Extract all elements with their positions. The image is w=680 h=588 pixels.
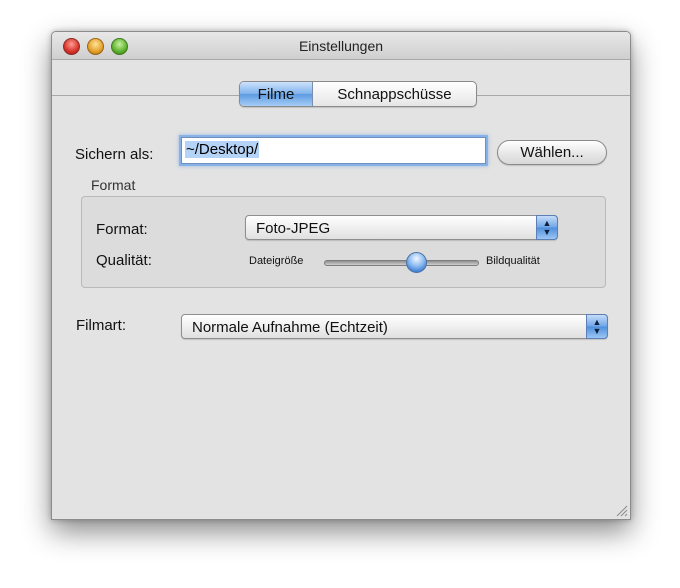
choose-button[interactable]: Wählen... xyxy=(497,140,607,165)
tab-control: Filme Schnappschüsse xyxy=(239,81,477,107)
quality-slider-track[interactable] xyxy=(324,260,479,266)
format-popup[interactable]: Foto-JPEG ▲ ▼ xyxy=(245,215,558,240)
title-bar[interactable]: Einstellungen xyxy=(52,32,630,60)
format-popup-value: Foto-JPEG xyxy=(256,220,331,237)
movie-type-popup-value: Normale Aufnahme (Echtzeit) xyxy=(192,319,388,336)
quality-label: Qualität: xyxy=(96,252,152,269)
settings-window: Einstellungen Filme Schnappschüsse Siche… xyxy=(51,31,631,520)
resize-grip-icon[interactable] xyxy=(616,505,628,517)
save-as-label: Sichern als: xyxy=(75,146,154,163)
save-path-value: ~/Desktop/ xyxy=(185,141,260,158)
save-path-field[interactable]: ~/Desktop/ xyxy=(181,137,486,164)
movie-type-label: Filmart: xyxy=(76,317,126,334)
quality-min-label: Dateigröße xyxy=(249,255,304,267)
format-group-box xyxy=(81,196,606,288)
format-label: Format: xyxy=(96,221,148,238)
movie-type-popup[interactable]: Normale Aufnahme (Echtzeit) ▲ ▼ xyxy=(181,314,608,339)
tab-schnappschuesse[interactable]: Schnappschüsse xyxy=(313,82,476,106)
quality-max-label: Bildqualität xyxy=(486,255,540,267)
tab-filme[interactable]: Filme xyxy=(240,82,313,106)
up-down-chevron-icon: ▲ ▼ xyxy=(586,314,608,339)
up-down-chevron-icon: ▲ ▼ xyxy=(536,215,558,240)
window-title: Einstellungen xyxy=(298,38,384,54)
format-group-title: Format xyxy=(91,177,136,193)
